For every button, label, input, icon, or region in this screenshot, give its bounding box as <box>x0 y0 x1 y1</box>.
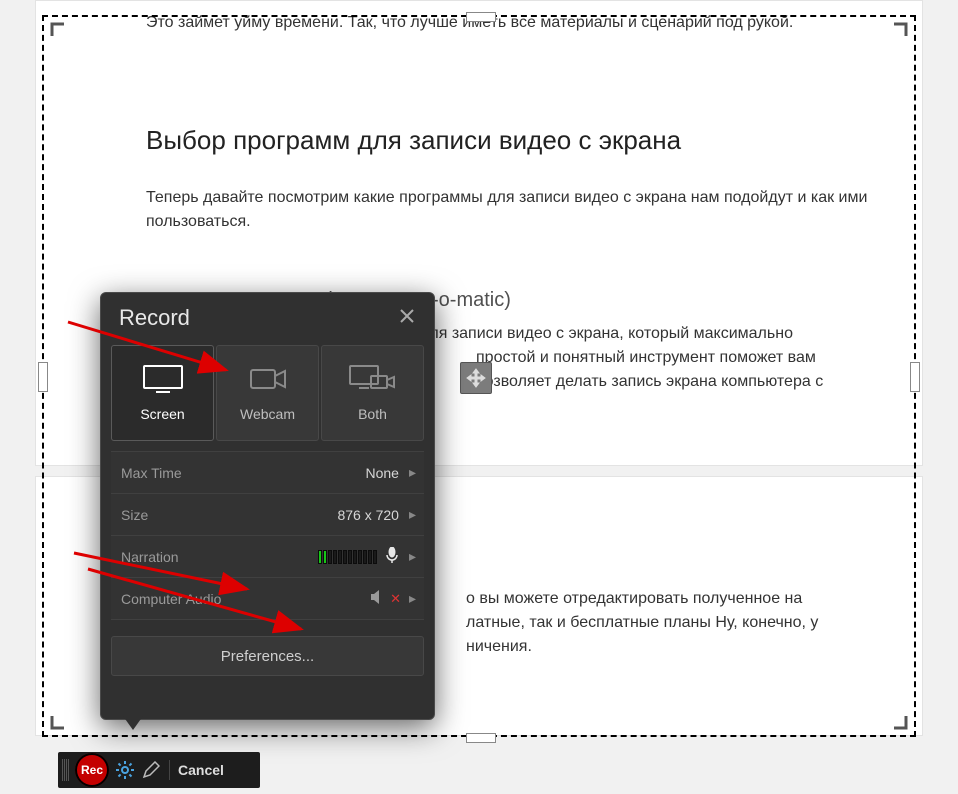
microphone-icon <box>385 547 399 566</box>
chevron-right-icon: ▸ <box>409 464 416 481</box>
record-button[interactable]: Rec <box>75 753 109 787</box>
narration-label: Narration <box>121 549 318 565</box>
audio-level-meter <box>318 550 377 564</box>
close-icon <box>398 307 416 325</box>
tool-description-line3: позволяет делать запись экрана компьютер… <box>476 370 882 394</box>
capture-move-handle[interactable] <box>460 362 492 394</box>
capture-corner-top-left[interactable] <box>50 22 78 50</box>
source-screen-label: Screen <box>140 406 184 422</box>
popup-title: Record <box>119 305 190 331</box>
both-icon <box>349 364 397 394</box>
webcam-icon <box>247 364 289 394</box>
preferences-label: Preferences... <box>221 648 314 665</box>
monitor-icon <box>142 364 184 394</box>
capture-corner-bottom-right[interactable] <box>880 702 908 730</box>
tool-description2-line2: латные, так и бесплатные планы Ну, конеч… <box>466 611 882 635</box>
tool-description2-line3: ничения. <box>466 635 882 659</box>
capture-corner-bottom-left[interactable] <box>50 702 78 730</box>
max-time-label: Max Time <box>121 465 366 481</box>
capture-handle-right[interactable] <box>910 362 920 392</box>
size-label: Size <box>121 507 337 523</box>
capture-handle-bottom[interactable] <box>466 733 496 743</box>
record-label: Rec <box>81 763 103 777</box>
move-arrows-icon <box>466 368 486 388</box>
source-webcam-button[interactable]: Webcam <box>216 345 319 441</box>
section-paragraph: Теперь давайте посмотрим какие программы… <box>146 186 882 234</box>
chevron-right-icon: ▸ <box>409 548 416 565</box>
cancel-button[interactable]: Cancel <box>178 762 224 778</box>
source-webcam-label: Webcam <box>240 406 295 422</box>
gear-icon <box>115 760 135 780</box>
toolbar-separator <box>169 760 170 780</box>
tool-description2-line1: о вы можете отредактировать полученное н… <box>466 587 882 611</box>
popup-tail <box>123 716 143 730</box>
max-time-row[interactable]: Max Time None ▸ <box>111 452 424 494</box>
computer-audio-row[interactable]: Computer Audio ✕ ▸ <box>111 578 424 620</box>
grip-icon[interactable] <box>62 759 69 781</box>
source-both-button[interactable]: Both <box>321 345 424 441</box>
close-button[interactable] <box>398 305 416 331</box>
section-heading: Выбор программ для записи видео с экрана <box>146 125 882 156</box>
recorder-toolbar: Rec Cancel <box>58 752 260 788</box>
source-both-label: Both <box>358 406 387 422</box>
size-row[interactable]: Size 876 x 720 ▸ <box>111 494 424 536</box>
pencil-icon <box>142 761 160 779</box>
max-time-value: None <box>366 465 399 481</box>
size-value: 876 x 720 <box>337 507 399 523</box>
record-popup: Record Screen Webcam Both Max Time None <box>100 292 435 720</box>
draw-button[interactable] <box>141 760 161 780</box>
cancel-label: Cancel <box>178 762 224 778</box>
tool-description-line2: простой и понятный инструмент поможет ва… <box>476 346 882 370</box>
source-screen-button[interactable]: Screen <box>111 345 214 441</box>
speaker-muted-icon <box>370 590 386 607</box>
chevron-right-icon: ▸ <box>409 590 416 607</box>
settings-gear-button[interactable] <box>115 760 135 780</box>
preferences-button[interactable]: Preferences... <box>111 636 424 676</box>
capture-corner-top-right[interactable] <box>880 22 908 50</box>
narration-row[interactable]: Narration ▸ <box>111 536 424 578</box>
computer-audio-label: Computer Audio <box>121 591 370 607</box>
chevron-right-icon: ▸ <box>409 506 416 523</box>
capture-handle-top[interactable] <box>466 12 496 22</box>
capture-handle-left[interactable] <box>38 362 48 392</box>
muted-x-icon: ✕ <box>390 591 401 607</box>
intro-text: Это займет уйму времени. Так, что лучше … <box>146 11 882 35</box>
